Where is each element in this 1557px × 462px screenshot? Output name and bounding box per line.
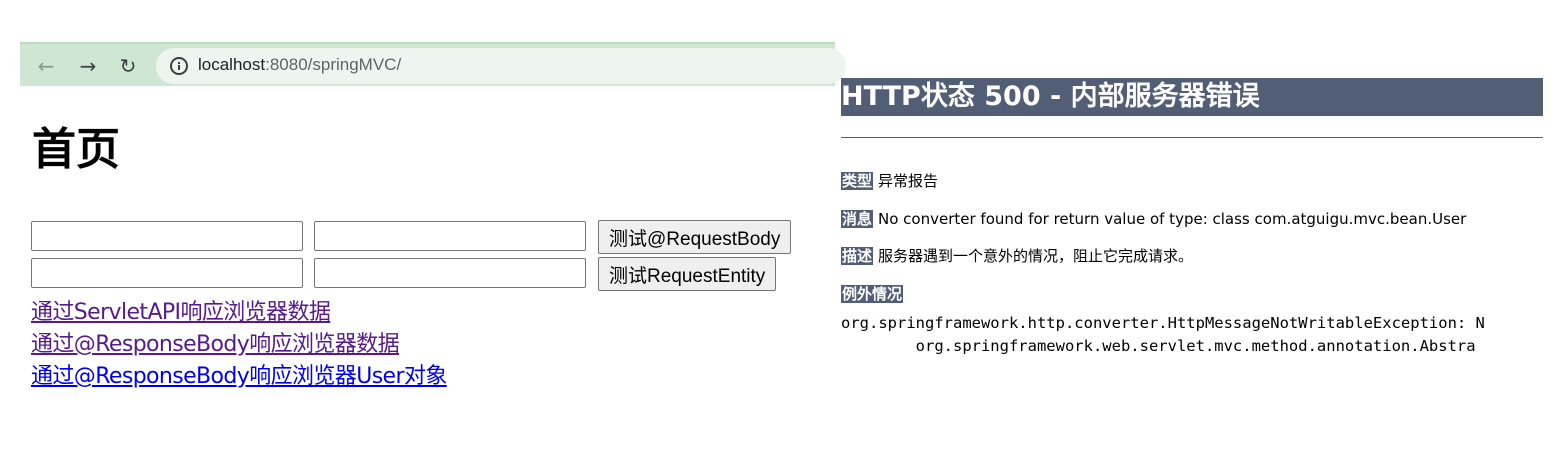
message-label: 消息 [841, 210, 874, 228]
form2-field2-input[interactable] [314, 258, 586, 288]
error-title: HTTP状态 500 - 内部服务器错误 [841, 78, 1543, 116]
type-value: 异常报告 [878, 172, 939, 190]
test-request-entity-button[interactable]: 测试RequestEntity [598, 257, 777, 291]
form1-field1-input[interactable] [31, 221, 303, 251]
link-response-body-user[interactable]: 通过@ResponseBody响应浏览器User对象 [31, 358, 447, 390]
screenshot-stage: ← → ↻ localhost:8080/springMVC/ 首页 测试@Re… [0, 0, 1557, 462]
link-response-body-data[interactable]: 通过@ResponseBody响应浏览器数据 [31, 326, 400, 358]
error-page: HTTP状态 500 - 内部服务器错误 类型 异常报告 消息 No convert… [841, 0, 1543, 462]
stack-line: org.springframework.web.servlet.mvc.meth… [841, 337, 1476, 355]
browser-toolbar: ← → ↻ localhost:8080/springMVC/ [20, 42, 846, 86]
forward-arrow-icon[interactable]: → [74, 52, 102, 80]
form1-field2-input[interactable] [314, 221, 586, 251]
error-description-row: 描述 服务器遇到一个意外的情况，阻止它完成请求。 [841, 246, 1193, 266]
stack-trace: org.springframework.http.converter.HttpM… [841, 312, 1485, 358]
reload-icon[interactable]: ↻ [114, 52, 142, 80]
form2-field1-input[interactable] [31, 258, 303, 288]
error-exception-row: 例外情况 [841, 284, 908, 304]
site-info-icon[interactable] [170, 57, 188, 75]
test-request-body-button[interactable]: 测试@RequestBody [598, 220, 792, 254]
link-servlet-api-response[interactable]: 通过ServletAPI响应浏览器数据 [31, 294, 331, 326]
description-label: 描述 [841, 247, 874, 265]
exception-label: 例外情况 [841, 285, 904, 303]
url-host: localhost [198, 55, 266, 74]
divider [841, 137, 1543, 138]
page-title: 首页 [32, 124, 120, 175]
type-label: 类型 [841, 172, 874, 190]
url-path: :8080/springMVC/ [265, 55, 402, 74]
description-value: 服务器遇到一个意外的情况，阻止它完成请求。 [878, 247, 1194, 265]
error-type-row: 类型 异常报告 [841, 171, 938, 191]
message-value: No converter found for return value of t… [878, 210, 1467, 228]
error-message-row: 消息 No converter found for return value of… [841, 209, 1466, 229]
address-bar[interactable]: localhost:8080/springMVC/ [156, 48, 846, 84]
url-text[interactable]: localhost:8080/springMVC/ [198, 55, 401, 75]
stack-line: org.springframework.http.converter.HttpM… [841, 314, 1485, 332]
back-arrow-icon[interactable]: ← [32, 52, 60, 80]
